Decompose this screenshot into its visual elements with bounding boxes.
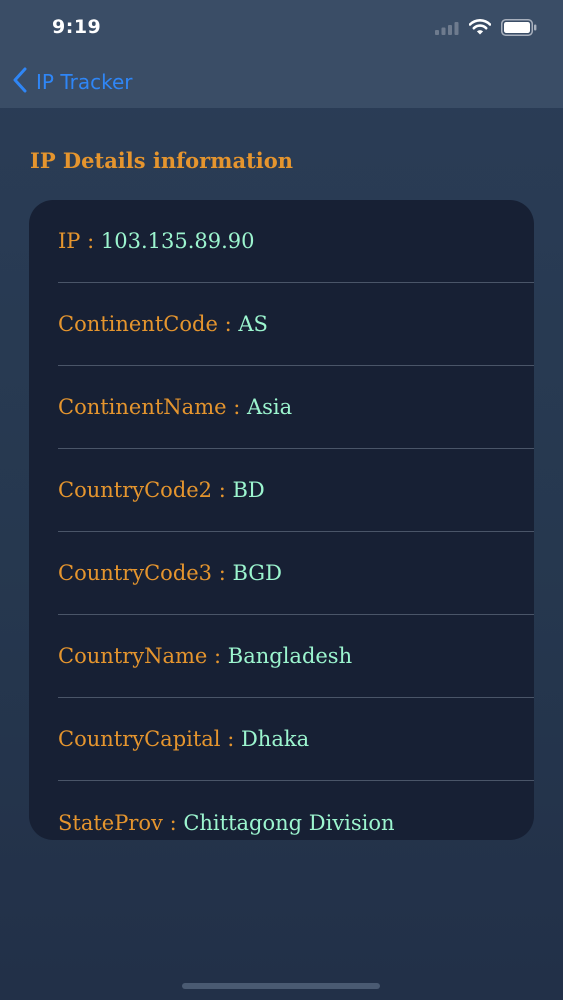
home-indicator: [182, 983, 380, 989]
detail-key: StateProv: [58, 810, 163, 835]
cellular-signal-icon: [435, 20, 459, 39]
detail-row-country-name: CountryName : Bangladesh: [58, 615, 534, 698]
section-title: IP Details information: [30, 148, 294, 173]
detail-row-continent-name: ContinentName : Asia: [58, 366, 534, 449]
detail-value: Bangladesh: [227, 644, 353, 668]
detail-row-ip: IP : 103.135.89.90: [58, 200, 534, 283]
detail-separator: :: [212, 561, 233, 585]
detail-key: IP: [58, 229, 81, 253]
detail-value: Asia: [246, 395, 293, 419]
detail-separator: :: [207, 644, 228, 668]
detail-value: BD: [232, 478, 265, 502]
detail-row-continent-code: ContinentCode : AS: [58, 283, 534, 366]
detail-key: CountryName: [58, 644, 208, 668]
status-time: 9:19: [52, 16, 102, 38]
detail-row-country-code3: CountryCode3 : BGD: [58, 532, 534, 615]
detail-separator: :: [220, 727, 241, 751]
detail-value: BGD: [232, 561, 282, 585]
status-bar: 9:19: [0, 0, 563, 56]
detail-row-country-code2: CountryCode2 : BD: [58, 449, 534, 532]
detail-key: ContinentName: [58, 395, 227, 419]
detail-row-country-capital: CountryCapital : Dhaka: [58, 698, 534, 781]
detail-value: Dhaka: [240, 727, 310, 751]
detail-key: CountryCode3: [58, 561, 213, 585]
detail-key: CountryCode2: [58, 478, 213, 502]
detail-separator: :: [212, 478, 233, 502]
ip-details-card: IP : 103.135.89.90 ContinentCode : AS Co…: [29, 200, 534, 840]
detail-separator: :: [162, 810, 184, 835]
detail-separator: :: [80, 229, 101, 253]
detail-value: 103.135.89.90: [100, 229, 255, 253]
detail-separator: :: [226, 395, 247, 419]
detail-value: AS: [238, 312, 268, 336]
status-icons: [435, 18, 537, 40]
wifi-icon: [468, 19, 492, 39]
detail-key: ContinentCode: [58, 312, 218, 336]
chevron-left-icon: [12, 67, 28, 97]
battery-icon: [501, 18, 537, 40]
detail-separator: :: [217, 312, 239, 336]
back-button[interactable]: IP Tracker: [12, 67, 132, 97]
detail-value: Chittagong Division: [183, 810, 395, 835]
detail-key: CountryCapital: [58, 727, 221, 751]
navigation-bar: IP Tracker: [0, 56, 563, 108]
back-button-label: IP Tracker: [36, 70, 133, 94]
detail-row-state-prov: StateProv : Chittagong Division: [58, 781, 534, 840]
